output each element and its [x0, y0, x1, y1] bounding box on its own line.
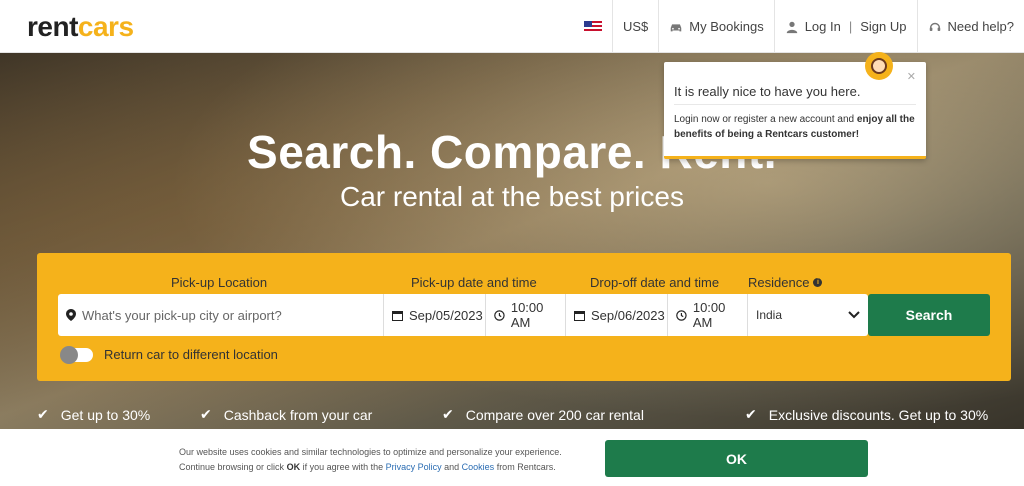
chevron-down-icon [848, 311, 860, 319]
check-icon: ✔ [442, 406, 454, 422]
help-label: Need help? [947, 19, 1015, 34]
logo-text-rent: rent [27, 11, 78, 42]
calendar-icon [392, 310, 403, 321]
cookie-text: Our website uses cookies and similar tec… [179, 445, 589, 475]
cookie-ok-button[interactable]: OK [605, 440, 868, 477]
popup-text-a: Login now or register a new account and [674, 114, 857, 125]
hero-subtitle: Car rental at the best prices [340, 181, 684, 212]
header-nav: US$ My Bookings Log In | Sign Up Need he… [574, 0, 1024, 53]
divider [674, 104, 916, 105]
benefit-text: Compare over 200 car rental [465, 406, 644, 423]
residence-label: Residence [748, 275, 810, 290]
pickup-time-field[interactable]: 10:00 AM [486, 294, 566, 336]
return-location-toggle[interactable] [60, 345, 93, 364]
benefit-item: ✔ Exclusive discounts. Get up to 30% [745, 406, 988, 423]
pickup-location-label: Pick-up Location [171, 275, 268, 290]
benefit-text: Get up to 30% [60, 406, 151, 423]
help-link[interactable]: Need help? [916, 0, 1024, 53]
my-bookings-label: My Bookings [689, 19, 764, 34]
cookie-text-and: and [441, 462, 462, 472]
benefit-item: ✔ Cashback from your car [200, 406, 372, 423]
currency-label: US$ [622, 19, 649, 34]
dropoff-date-value: Sep/06/2023 [591, 307, 665, 323]
user-icon [786, 21, 797, 33]
currency-selector[interactable]: US$ [611, 0, 658, 53]
check-icon: ✔ [37, 406, 49, 422]
mascot-avatar-icon [865, 52, 893, 80]
search-fields: What's your pick-up city or airport? Sep… [58, 294, 868, 336]
benefit-item: ✔ Get up to 30% [37, 406, 150, 423]
pickup-location-placeholder: What's your pick-up city or airport? [82, 307, 282, 323]
pickup-date-field[interactable]: Sep/05/2023 [384, 294, 486, 336]
residence-value: India [756, 308, 783, 322]
clock-icon [676, 309, 687, 321]
dropoff-time-field[interactable]: 10:00 AM [668, 294, 748, 336]
signup-link[interactable]: Sign Up [860, 19, 906, 34]
divider: | [848, 19, 853, 34]
privacy-policy-link[interactable]: Privacy Policy [386, 462, 442, 472]
pickup-date-value: Sep/05/2023 [409, 307, 483, 323]
language-selector[interactable] [574, 0, 612, 53]
check-icon: ✔ [200, 406, 212, 422]
close-icon[interactable]: ✕ [907, 70, 916, 83]
location-pin-icon [66, 309, 76, 321]
popup-title: It is really nice to have you here. [674, 84, 861, 99]
calendar-icon [574, 310, 585, 321]
my-bookings-link[interactable]: My Bookings [658, 0, 773, 53]
pickup-location-input[interactable]: What's your pick-up city or airport? [58, 294, 384, 336]
benefit-item: ✔ Compare over 200 car rental [442, 406, 644, 423]
rentcars-logo[interactable]: rentcars [27, 11, 134, 43]
return-location-row: Return car to different location [60, 345, 278, 364]
dropoff-date-field[interactable]: Sep/06/2023 [566, 294, 668, 336]
headset-icon [929, 22, 940, 31]
cookie-text-c: from Rentcars. [494, 462, 556, 472]
return-location-label: Return car to different location [104, 347, 278, 362]
us-flag-icon [583, 20, 602, 33]
welcome-popup: ✕ It is really nice to have you here. Lo… [664, 52, 926, 159]
account-links: Log In | Sign Up [773, 0, 917, 53]
clock-icon [494, 309, 505, 321]
residence-select[interactable]: India [748, 294, 868, 336]
login-link[interactable]: Log In [805, 19, 841, 34]
pickup-datetime-label: Pick-up date and time [411, 275, 537, 290]
benefits-bar: ✔ Get up to 30% ✔ Cashback from your car… [0, 406, 1024, 426]
dropoff-time-value: 10:00 AM [692, 300, 726, 330]
cookie-banner: Our website uses cookies and similar tec… [0, 429, 1024, 486]
check-icon: ✔ [745, 406, 757, 422]
cookies-link[interactable]: Cookies [462, 462, 495, 472]
search-button[interactable]: Search [868, 294, 990, 336]
popup-text: Login now or register a new account and … [674, 112, 919, 142]
cookie-text-b: if you agree with the [300, 462, 386, 472]
logo-text-cars: cars [77, 11, 134, 42]
search-panel: Pick-up Location Pick-up date and time D… [37, 253, 1011, 381]
residence-label-group: Residence i [748, 275, 823, 290]
dropoff-datetime-label: Drop-off date and time [590, 275, 720, 290]
info-icon[interactable]: i [813, 278, 823, 287]
cookie-ok-word: OK [286, 462, 301, 472]
benefit-text: Cashback from your car [223, 406, 373, 423]
car-icon [671, 23, 682, 31]
top-header: rentcars US$ My Bookings Log In | Sign U… [0, 0, 1024, 53]
pickup-time-value: 10:00 AM [510, 300, 544, 330]
benefit-text: Exclusive discounts. Get up to 30% [768, 406, 989, 423]
